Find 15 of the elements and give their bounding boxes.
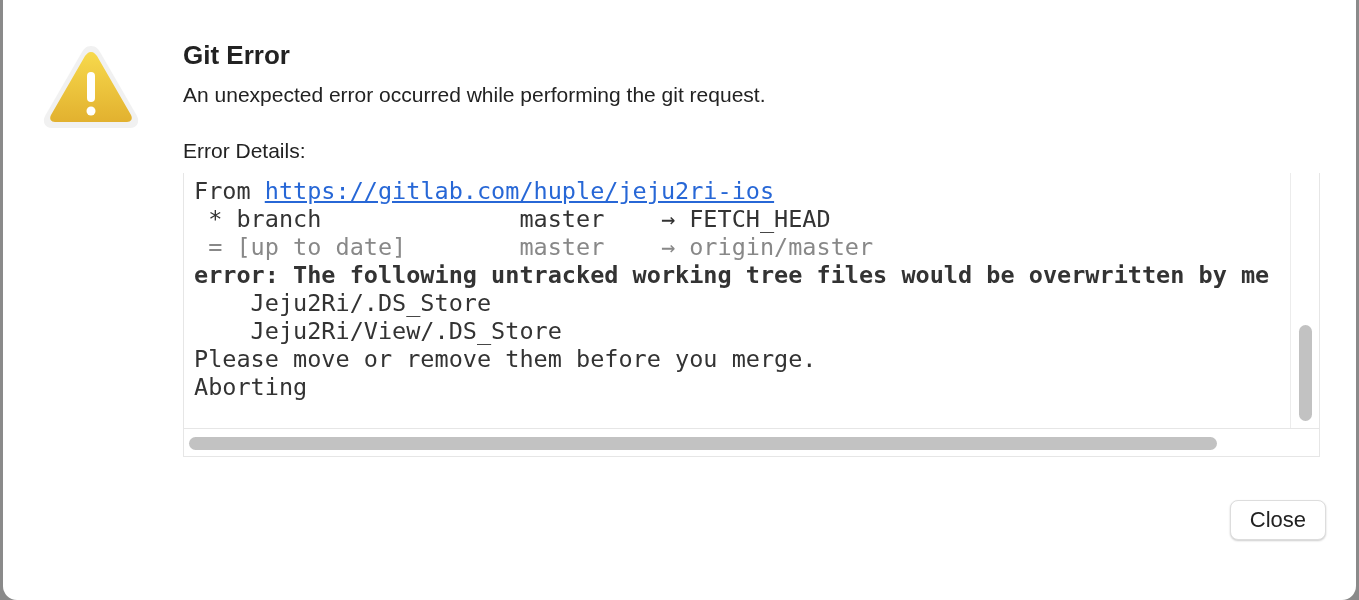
log-line: Aborting xyxy=(194,373,309,401)
close-button[interactable]: Close xyxy=(1229,500,1326,540)
log-line: = [up to date] master → origin/master xyxy=(207,233,875,261)
log-line: * branch master → FETCH_HEAD xyxy=(207,205,832,233)
log-line: From https://gitlab.com/huple/jeju2ri-ios xyxy=(194,177,776,205)
dialog-title: Git Error xyxy=(183,40,291,71)
log-line: Jeju2Ri/View/.DS_Store xyxy=(249,317,563,345)
log-line: Please move or remove them before you merge. xyxy=(194,345,818,373)
error-message: An unexpected error occurred while performing the git request. xyxy=(183,83,767,107)
vertical-scrollbar[interactable] xyxy=(1299,325,1312,421)
log-line: error: The following untracked working tree files would be overwritten by me xyxy=(194,261,1271,289)
details-label: Error Details: xyxy=(183,139,307,163)
repository-link[interactable]: https://gitlab.com/huple/jeju2ri-ios xyxy=(264,177,775,205)
horizontal-scrollbar[interactable] xyxy=(189,437,1217,450)
log-line: Jeju2Ri/.DS_Store xyxy=(249,289,493,317)
